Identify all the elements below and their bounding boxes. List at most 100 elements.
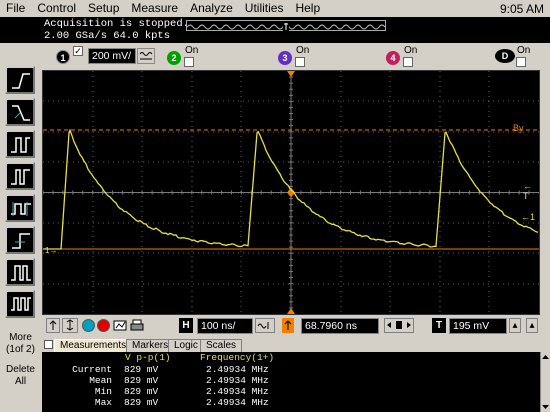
print-button[interactable] bbox=[129, 318, 145, 332]
menu-help[interactable]: Help bbox=[289, 0, 326, 17]
measurement-tabs: Measurements Markers Logic Scales bbox=[42, 338, 550, 352]
acquisition-status-text: Acquisition is stopped. bbox=[44, 18, 189, 30]
up-arrow-icon bbox=[49, 320, 57, 330]
channel-2-button[interactable]: 2 bbox=[167, 51, 181, 65]
edge-trigger-button[interactable] bbox=[5, 66, 35, 94]
channel-3-checkbox[interactable] bbox=[295, 57, 305, 67]
trigger-label: T bbox=[432, 318, 446, 333]
pattern-trigger-button[interactable] bbox=[5, 258, 35, 286]
edge-trigger-icon bbox=[12, 73, 30, 89]
sample-rate-text: 2.00 GSa/s 64.0 kpts bbox=[44, 30, 171, 42]
stop-button[interactable] bbox=[97, 319, 110, 332]
vpp-value: 829 mV bbox=[124, 375, 159, 386]
tab-measurements[interactable]: Measurements bbox=[54, 339, 133, 352]
single-button[interactable] bbox=[113, 318, 127, 332]
channel-bar: 1 ✓ 200 mV/ 2 On 3 On 4 On On D bbox=[0, 43, 550, 71]
setup-hold-icon bbox=[11, 202, 31, 216]
channel-1-scale-spin[interactable] bbox=[137, 48, 155, 64]
state-trigger-icon bbox=[11, 297, 31, 311]
measurement-header-row: V p-p(1) Frequency(1+) bbox=[42, 353, 540, 363]
digital-checkbox[interactable] bbox=[516, 57, 526, 67]
menu-measure[interactable]: Measure bbox=[125, 0, 184, 17]
timeout-trigger-button[interactable] bbox=[5, 226, 35, 254]
timebase-field[interactable]: 100 ns/ bbox=[197, 318, 253, 334]
channel-4-button[interactable]: 4 bbox=[386, 51, 400, 65]
runt-trigger-icon bbox=[11, 169, 30, 185]
channel-1-checkbox[interactable]: ✓ bbox=[73, 46, 83, 56]
run-button[interactable] bbox=[82, 319, 95, 332]
channel-2-checkbox[interactable] bbox=[184, 57, 194, 67]
menu-utilities[interactable]: Utilities bbox=[239, 0, 290, 17]
delete-all-button[interactable]: Delete All bbox=[3, 364, 38, 388]
stat-label: Mean bbox=[89, 375, 112, 386]
menu-control[interactable]: Control bbox=[31, 0, 82, 17]
channel-1-button[interactable]: 1 bbox=[56, 50, 70, 64]
tab-markers[interactable]: Markers bbox=[126, 339, 175, 352]
stat-label: Current bbox=[72, 364, 112, 375]
menu-file[interactable]: File bbox=[0, 0, 31, 17]
timeout-trigger-icon bbox=[12, 233, 30, 249]
measurement-scrollbar[interactable] bbox=[540, 352, 550, 412]
wave-toggle-icon bbox=[139, 52, 153, 60]
tab-scales[interactable]: Scales bbox=[200, 339, 243, 352]
frequency-value: 2.49934 MHz bbox=[206, 375, 269, 386]
horizontal-controls: H 100 ns/ 68.7960 ns T 195 mV ▴ ▴ bbox=[42, 315, 550, 337]
oscilloscope-app: File Control Setup Measure Analyze Utili… bbox=[0, 0, 550, 412]
frequency-column-header: Frequency(1+) bbox=[200, 352, 275, 363]
trigger-level-marker: ← T bbox=[523, 181, 532, 201]
setup-hold-trigger-button[interactable] bbox=[5, 194, 35, 222]
left-toolbar: More (1of 2) Delete All bbox=[0, 60, 42, 412]
glitch-trigger-button[interactable] bbox=[5, 98, 35, 126]
runt-trigger-button[interactable] bbox=[5, 162, 35, 190]
trigger-position-bottom-marker[interactable] bbox=[287, 308, 295, 314]
glitch-trigger-icon bbox=[12, 105, 30, 121]
menu-analyze[interactable]: Analyze bbox=[184, 0, 239, 17]
channel-1-marker-number: 1 bbox=[530, 212, 536, 222]
zoom-button[interactable] bbox=[62, 318, 78, 333]
memory-timeline[interactable] bbox=[186, 20, 386, 31]
channel-3-button[interactable]: 3 bbox=[278, 51, 292, 65]
left-right-arrows-icon bbox=[387, 321, 411, 329]
state-trigger-button[interactable] bbox=[5, 290, 35, 318]
channel-2-on-label: On bbox=[185, 45, 199, 56]
timebase-spin[interactable] bbox=[255, 318, 275, 333]
tab-logic[interactable]: Logic bbox=[168, 339, 204, 352]
frequency-value: 2.49934 MHz bbox=[206, 397, 269, 408]
trigger-level-down[interactable]: ▴ bbox=[526, 318, 538, 333]
channel-4-on-label: On bbox=[404, 45, 418, 56]
panel-collapse-icon[interactable] bbox=[44, 340, 53, 349]
timeline-wave-icon bbox=[187, 22, 385, 31]
trigger-level-up[interactable]: ▴ bbox=[509, 318, 521, 333]
menu-setup[interactable]: Setup bbox=[82, 0, 125, 17]
channel-4-checkbox[interactable] bbox=[403, 57, 413, 67]
vpp-column-header: V p-p(1) bbox=[125, 352, 171, 363]
channel-1-ground-marker: 1→ bbox=[45, 246, 58, 255]
channel-1-offset-marker: ←1 bbox=[521, 212, 536, 222]
horizontal-position-field[interactable]: 68.7960 ns bbox=[301, 318, 379, 334]
trigger-position-top-marker[interactable] bbox=[287, 71, 295, 77]
more-button[interactable]: More (1of 2) bbox=[3, 332, 38, 356]
pulse-width-trigger-button[interactable] bbox=[5, 130, 35, 158]
stat-label: Min bbox=[94, 386, 112, 397]
trigger-level-field[interactable]: 195 mV bbox=[449, 318, 507, 334]
vpp-value: 829 mV bbox=[124, 397, 159, 408]
printer-icon bbox=[130, 319, 144, 331]
measurement-row: Max 829 mV 2.49934 MHz bbox=[42, 398, 540, 408]
channel-1-scale-field[interactable]: 200 mV/ bbox=[88, 48, 136, 64]
trigger-position-icon bbox=[282, 318, 294, 333]
channel-3-on-label: On bbox=[296, 45, 310, 56]
pulse-width-icon bbox=[11, 137, 30, 153]
zoom-arrows-icon bbox=[66, 319, 74, 331]
digital-channel-button[interactable]: D bbox=[495, 49, 515, 63]
scroll-arrows-icon bbox=[542, 355, 549, 409]
timebase-wave-icon bbox=[257, 322, 269, 329]
measurement-row: Min 829 mV 2.49934 MHz bbox=[42, 387, 540, 397]
waveform-graticule bbox=[42, 70, 539, 315]
frequency-value: 2.49934 MHz bbox=[206, 364, 269, 375]
frequency-value: 2.49934 MHz bbox=[206, 386, 269, 397]
waveform-display[interactable]: By ← T ←1 1→ bbox=[42, 70, 540, 315]
scroll-up-button[interactable] bbox=[46, 318, 60, 333]
position-stepper[interactable] bbox=[384, 318, 414, 333]
vpp-value: 829 mV bbox=[124, 364, 159, 375]
measurement-row: Current 829 mV 2.49934 MHz bbox=[42, 365, 540, 375]
